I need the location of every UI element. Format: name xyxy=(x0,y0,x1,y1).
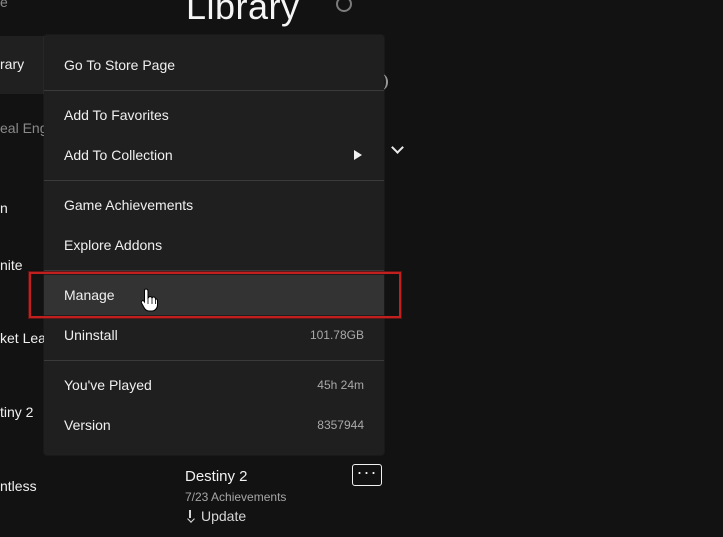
menu-item-label: Add To Collection xyxy=(64,147,173,163)
menu-item-add-to-collection[interactable]: Add To Collection xyxy=(44,135,384,175)
more-options-button[interactable]: ··· xyxy=(352,462,382,486)
menu-item-label: Uninstall xyxy=(64,327,118,343)
menu-item-label: Game Achievements xyxy=(64,197,194,213)
menu-item-version: Version 8357944 xyxy=(44,405,384,445)
sidebar-item-destiny-2[interactable]: tiny 2 xyxy=(0,404,33,420)
install-size: 101.78GB xyxy=(309,328,364,342)
more-icon: ··· xyxy=(356,462,378,482)
sidebar-item-rocket-league[interactable]: ket Lea xyxy=(0,330,46,346)
menu-item-label: Explore Addons xyxy=(64,237,163,253)
menu-item-youve-played: You've Played 45h 24m xyxy=(44,365,384,405)
chevron-down-icon[interactable] xyxy=(391,141,404,154)
sidebar-item-label: tiny 2 xyxy=(0,404,34,420)
sidebar-item-unreal-engine[interactable]: eal Eng xyxy=(0,120,47,136)
menu-divider xyxy=(44,90,384,91)
menu-divider xyxy=(44,270,384,271)
menu-item-go-to-store-page[interactable]: Go To Store Page xyxy=(44,45,384,85)
menu-divider xyxy=(44,360,384,361)
hand-cursor-icon xyxy=(140,288,158,312)
sidebar-item-dauntless[interactable]: ntless xyxy=(0,478,37,494)
sidebar-item-label: ket Lea xyxy=(0,330,46,346)
sidebar-item-fortnite[interactable]: nite xyxy=(0,257,23,273)
sidebar-item-label: nite xyxy=(0,257,23,273)
menu-divider xyxy=(44,180,384,181)
menu-item-label: Add To Favorites xyxy=(64,107,169,123)
sidebar-item-label: e xyxy=(0,0,8,10)
menu-item-label: Go To Store Page xyxy=(64,57,176,73)
sidebar-item-partial-top[interactable]: e xyxy=(0,0,8,10)
annotation-highlight xyxy=(29,272,401,318)
update-button[interactable]: Update xyxy=(185,508,246,524)
download-icon xyxy=(185,510,195,522)
playtime: 45h 24m xyxy=(317,378,364,392)
update-label: Update xyxy=(201,508,247,524)
menu-item-label: You've Played xyxy=(64,377,152,393)
refresh-icon[interactable] xyxy=(336,0,352,12)
context-menu: Go To Store Page Add To Favorites Add To… xyxy=(44,35,384,455)
sidebar-item-label: ntless xyxy=(0,478,37,494)
version-number: 8357944 xyxy=(317,418,364,432)
sidebar-item-label: eal Eng xyxy=(0,120,48,136)
menu-item-label: Version xyxy=(64,417,111,433)
sidebar-item-label: rary xyxy=(0,56,25,72)
menu-item-uninstall[interactable]: Uninstall 101.78GB xyxy=(44,315,384,355)
game-title: Destiny 2 xyxy=(185,468,248,485)
menu-item-game-achievements[interactable]: Game Achievements xyxy=(44,185,384,225)
sidebar-item-label: n xyxy=(0,200,8,216)
menu-item-explore-addons[interactable]: Explore Addons xyxy=(44,225,384,265)
page-title: Library xyxy=(186,0,300,27)
submenu-arrow-icon xyxy=(354,150,362,160)
achievements-label: 7/23 Achievements xyxy=(185,490,287,504)
sidebar-item-partial[interactable]: n xyxy=(0,200,8,216)
menu-item-add-to-favorites[interactable]: Add To Favorites xyxy=(44,95,384,135)
